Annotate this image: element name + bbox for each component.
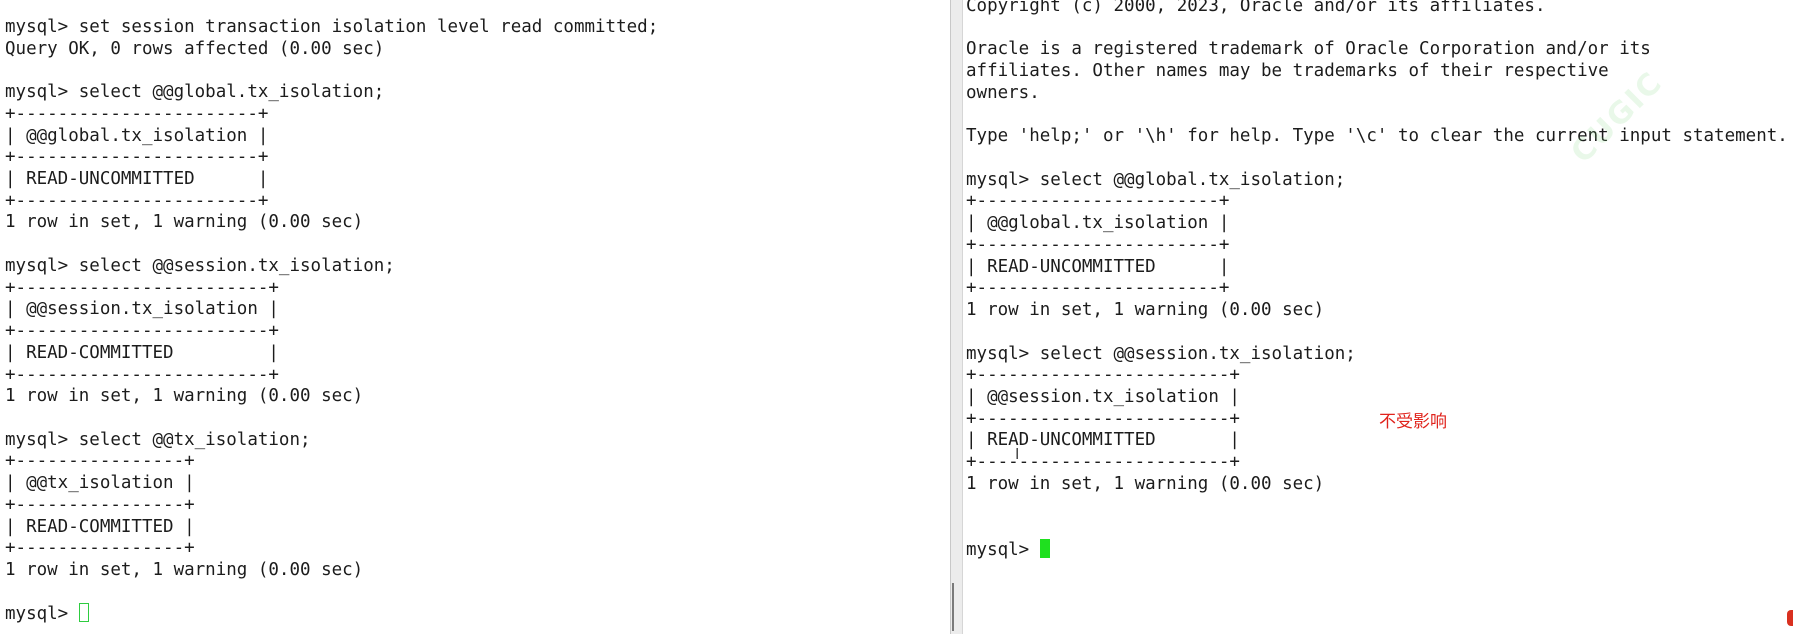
pane-divider[interactable] — [950, 0, 963, 634]
terminal-line: mysql> select @@session.tx_isolation; — [5, 255, 395, 276]
terminal-line: +------------------------+ — [5, 364, 279, 385]
terminal-line: 1 row in set, 1 warning (0.00 sec) — [5, 559, 364, 580]
terminal-line: mysql> select @@global.tx_isolation; — [5, 82, 385, 103]
left-terminal-output: mysql> set session transaction isolation… — [5, 17, 658, 625]
terminal-line: | @@tx_isolation | — [5, 473, 195, 494]
terminal-cursor — [78, 603, 89, 623]
terminal-line: 1 row in set, 1 warning (0.00 sec) — [5, 386, 364, 407]
terminal-line: mysql> set session transaction isolation… — [5, 17, 659, 37]
terminal-line: +-----------------------+ — [5, 147, 269, 168]
terminal-line: 1 row in set, 1 warning (0.00 sec) — [5, 212, 364, 233]
terminal-line: Query OK, 0 rows affected (0.00 sec) — [5, 38, 385, 59]
terminal-line: | @@session.tx_isolation | — [966, 386, 1240, 407]
terminal-cursor — [1039, 538, 1050, 558]
terminal-line: +------------------------+ — [966, 452, 1240, 473]
terminal-line: +----------------+ — [5, 538, 195, 559]
terminal-line: | @@global.tx_isolation | — [5, 125, 269, 146]
terminal-prompt-line[interactable]: mysql> — [5, 603, 658, 625]
terminal-line: mysql> select @@tx_isolation; — [5, 429, 311, 450]
terminal-line: +------------------------+ — [966, 365, 1240, 386]
terminal-line: +-----------------------+ — [966, 234, 1230, 255]
terminal-line: +----------------+ — [5, 494, 195, 515]
terminal-line: | READ-COMMITTED | — [5, 342, 279, 363]
scrollbar-thumb[interactable] — [952, 583, 954, 631]
terminal-line: | READ-UNCOMMITTED | — [5, 169, 269, 190]
prompt-label: mysql> — [966, 539, 1040, 560]
terminal-line: +------------------------+ — [5, 277, 279, 298]
terminal-line: | @@session.tx_isolation | — [5, 299, 279, 320]
annotation-label: 不受影响 — [1379, 412, 1447, 432]
terminal-line: affiliates. Other names may be trademark… — [966, 61, 1609, 82]
terminal-line: +-----------------------+ — [5, 190, 269, 211]
terminal-line: | READ-UNCOMMITTED | — [966, 256, 1230, 277]
terminal-line: +-----------------------+ — [5, 103, 269, 124]
left-terminal-pane[interactable]: mysql> set session transaction isolation… — [0, 0, 950, 634]
prompt-label: mysql> — [5, 604, 79, 625]
right-terminal-pane[interactable]: Copyright (c) 2000, 2023, Oracle and/or … — [963, 0, 1793, 634]
terminal-line: mysql> select @@global.tx_isolation; — [966, 169, 1346, 190]
terminal-line: | READ-COMMITTED | — [5, 516, 195, 537]
terminal-line: 1 row in set, 1 warning (0.00 sec) — [966, 473, 1325, 494]
terminal-line: Copyright (c) 2000, 2023, Oracle and/or … — [966, 0, 1546, 16]
terminal-line: Type 'help;' or '\h' for help. Type '\c'… — [966, 126, 1788, 147]
terminal-line: mysql> select @@session.tx_isolation; — [966, 343, 1356, 364]
terminal-line: Oracle is a registered trademark of Orac… — [966, 39, 1651, 60]
terminal-line: +------------------------+ — [5, 321, 279, 342]
text-ibeam-icon: I — [1015, 445, 1020, 463]
terminal-line: 1 row in set, 1 warning (0.00 sec) — [966, 300, 1325, 321]
terminal-prompt-line[interactable]: mysql> — [966, 538, 1788, 561]
corner-marker — [1787, 610, 1793, 626]
terminal-line: +-----------------------+ — [966, 191, 1230, 212]
terminal-line: +----------------+ — [5, 451, 195, 472]
terminal-line: | @@global.tx_isolation | — [966, 213, 1230, 234]
terminal-line: +------------------------+ — [966, 408, 1240, 429]
terminal-line: | READ-UNCOMMITTED | — [966, 430, 1240, 451]
terminal-line: +-----------------------+ — [966, 278, 1230, 299]
